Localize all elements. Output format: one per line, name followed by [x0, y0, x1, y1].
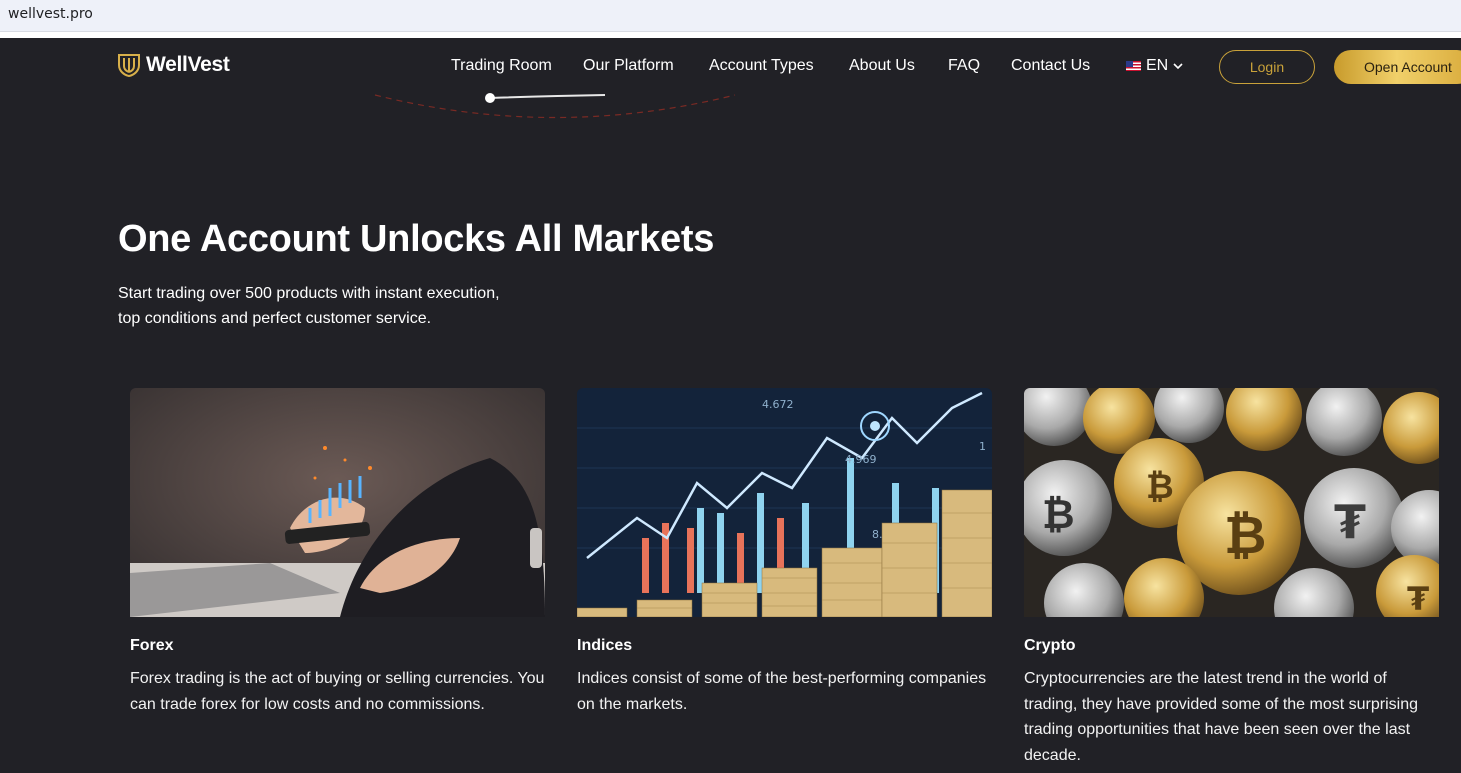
decorative-orbit: [374, 93, 736, 119]
logo-text: WellVest: [146, 53, 230, 76]
nav-trading-room[interactable]: Trading Room: [451, 57, 552, 75]
hero-subtitle: Start trading over 500 products with ins…: [118, 281, 538, 331]
browser-address-bar[interactable]: wellvest.pro: [0, 0, 1461, 32]
card-text: Forex trading is the act of buying or se…: [130, 670, 545, 713]
shield-logo-icon: [118, 54, 140, 77]
url-text[interactable]: wellvest.pro: [8, 6, 93, 22]
indices-label-b: 4.969: [845, 453, 877, 466]
crypto-image: ₿ ₿ ₿ ₮ ₮: [1024, 388, 1439, 617]
language-label: EN: [1146, 57, 1169, 74]
card-text: Cryptocurrencies are the latest trend in…: [1024, 670, 1418, 764]
nav-our-platform[interactable]: Our Platform: [583, 57, 674, 75]
nav-contact-us[interactable]: Contact Us: [1011, 57, 1090, 75]
login-button[interactable]: Login: [1219, 50, 1315, 84]
market-card-indices[interactable]: 4.672 4.969 8.3 1 Indices Indices consis…: [577, 388, 992, 713]
hero-title: One Account Unlocks All Markets: [118, 218, 715, 260]
market-card-crypto[interactable]: ₿ ₿ ₿ ₮ ₮ Crypto Cryptocurrencies are th…: [1024, 388, 1439, 764]
indices-image: 4.672 4.969 8.3 1: [577, 388, 992, 617]
nav-account-types[interactable]: Account Types: [709, 57, 814, 75]
indices-label-d: 1: [979, 440, 986, 453]
svg-text:₮: ₮: [1407, 580, 1429, 617]
language-selector[interactable]: EN: [1126, 57, 1183, 75]
svg-text:₿: ₿: [1042, 492, 1075, 538]
card-text: Indices consist of some of the best-perf…: [577, 670, 987, 713]
chevron-down-icon: [1173, 62, 1183, 69]
card-title: Crypto: [1024, 637, 1076, 654]
forex-image: [130, 388, 545, 617]
card-title: Indices: [577, 637, 633, 654]
svg-text:₿: ₿: [1224, 506, 1266, 566]
hero-subtitle-line2: top conditions and perfect customer serv…: [118, 310, 432, 327]
logo[interactable]: WellVest: [118, 53, 230, 77]
svg-text:₿: ₿: [1146, 467, 1174, 507]
us-flag-icon: [1126, 61, 1141, 71]
open-account-button[interactable]: Open Account: [1334, 50, 1461, 84]
nav-faq[interactable]: FAQ: [948, 57, 980, 75]
hero-subtitle-line1: Start trading over 500 products with ins…: [118, 285, 500, 302]
card-title: Forex: [130, 637, 174, 654]
nav-about-us[interactable]: About Us: [849, 57, 915, 75]
market-card-forex[interactable]: Forex Forex trading is the act of buying…: [130, 388, 545, 713]
svg-text:₮: ₮: [1334, 495, 1366, 549]
indices-label-a: 4.672: [762, 398, 794, 411]
